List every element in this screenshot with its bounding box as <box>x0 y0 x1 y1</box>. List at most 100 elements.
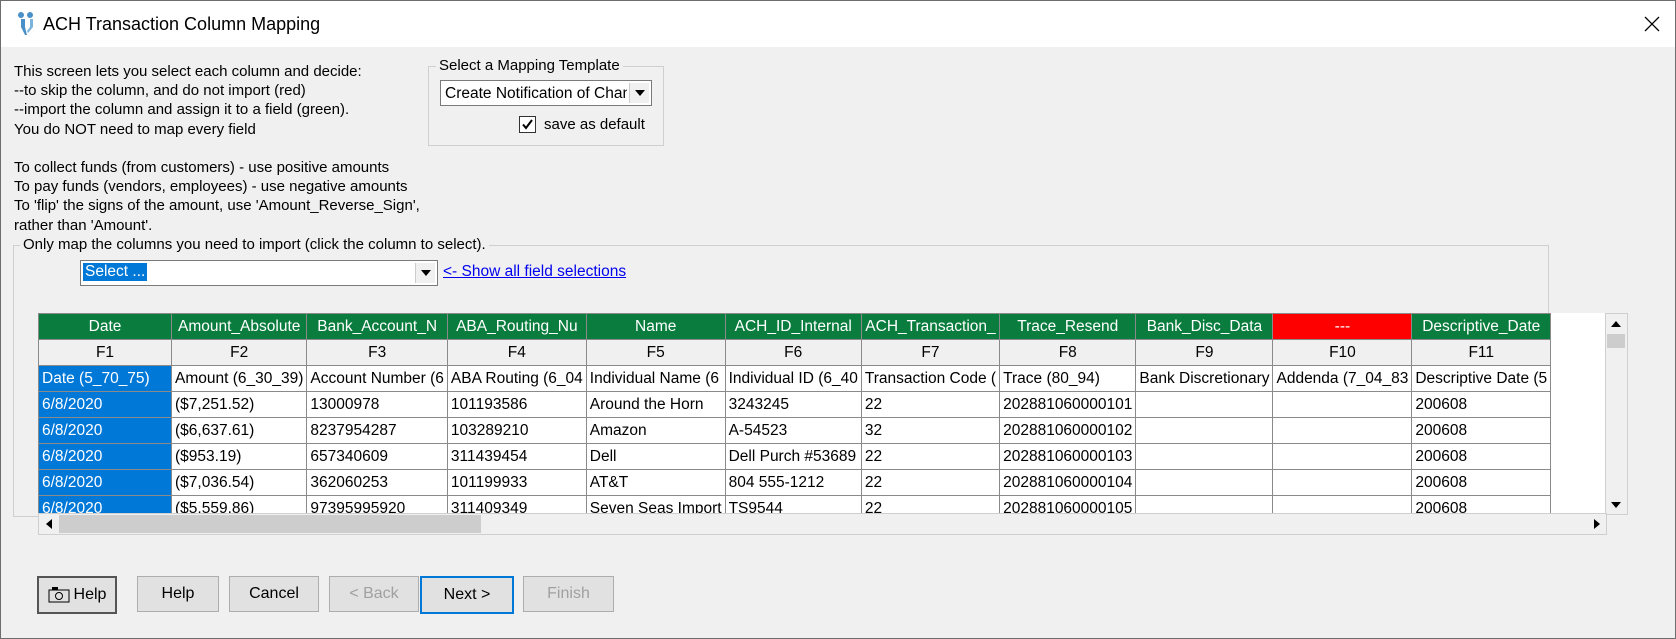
close-button[interactable] <box>1629 1 1675 47</box>
cancel-button[interactable]: Cancel <box>229 576 319 612</box>
column-source-name[interactable]: ABA Routing (6_04 <box>446 365 587 392</box>
table-cell[interactable]: 202881060000102 <box>999 417 1137 444</box>
table-cell[interactable] <box>1272 391 1413 418</box>
table-cell[interactable]: Around the Horn <box>585 391 726 418</box>
column-field-header[interactable]: F5 <box>585 339 726 366</box>
table-cell[interactable]: 6/8/2020 <box>38 495 172 513</box>
table-cell[interactable]: 97395995920 <box>306 495 448 513</box>
table-cell[interactable]: 804 555-1212 <box>724 469 862 496</box>
column-mapping-header[interactable]: Date <box>38 313 172 340</box>
table-cell[interactable] <box>1135 391 1274 418</box>
table-cell[interactable] <box>1272 495 1413 513</box>
table-cell[interactable]: 3243245 <box>724 391 862 418</box>
column-field-header[interactable]: F2 <box>170 339 308 366</box>
table-cell[interactable]: 200608 <box>1411 417 1552 444</box>
save-default-checkbox[interactable] <box>519 116 536 133</box>
table-row[interactable]: 6/8/2020 ($6,637.61) 8237954287 103289210 Am… <box>38 417 1552 444</box>
table-cell[interactable]: 6/8/2020 <box>38 469 172 496</box>
column-source-name[interactable]: Trace (80_94) <box>999 365 1137 392</box>
help-button[interactable]: Help <box>137 576 219 612</box>
column-mapping-header[interactable]: Bank_Disc_Data <box>1135 313 1274 340</box>
table-cell[interactable]: 311439454 <box>446 443 587 470</box>
table-cell[interactable]: ($6,637.61) <box>170 417 308 444</box>
column-field-header[interactable]: F1 <box>38 339 172 366</box>
table-cell[interactable]: AT&T <box>585 469 726 496</box>
horizontal-scrollbar[interactable] <box>38 513 1607 535</box>
column-field-header[interactable]: F7 <box>860 339 1001 366</box>
table-row[interactable]: 6/8/2020 ($5,559.86) 97395995920 311409349 S… <box>38 495 1552 513</box>
table-cell[interactable]: TS9544 <box>724 495 862 513</box>
table-cell[interactable]: ($953.19) <box>170 443 308 470</box>
scroll-down-button[interactable] <box>1606 495 1625 514</box>
table-cell[interactable]: 6/8/2020 <box>38 443 172 470</box>
table-cell[interactable]: Amazon <box>585 417 726 444</box>
table-cell[interactable]: Dell Purch #53689 <box>724 443 862 470</box>
column-mapping-header[interactable]: ACH_Transaction_ <box>860 313 1001 340</box>
table-cell[interactable]: 202881060000101 <box>999 391 1137 418</box>
table-cell[interactable]: 200608 <box>1411 443 1552 470</box>
column-mapping-header[interactable]: Trace_Resend <box>999 313 1137 340</box>
column-mapping-header[interactable]: --- <box>1272 313 1413 340</box>
table-cell[interactable]: 101193586 <box>446 391 587 418</box>
table-cell[interactable]: 200608 <box>1411 391 1552 418</box>
show-all-fields-link[interactable]: <- Show all field selections <box>443 263 626 281</box>
table-cell[interactable]: Dell <box>585 443 726 470</box>
back-button[interactable]: < Back <box>329 576 419 612</box>
table-cell[interactable]: 202881060000105 <box>999 495 1137 513</box>
column-field-header[interactable]: F6 <box>724 339 862 366</box>
vertical-scrollbar[interactable] <box>1605 313 1628 515</box>
table-cell[interactable] <box>1135 495 1274 513</box>
column-source-name[interactable]: Amount (6_30_39) <box>170 365 308 392</box>
column-source-name[interactable]: Individual ID (6_40 <box>724 365 862 392</box>
table-cell[interactable]: 657340609 <box>306 443 448 470</box>
table-cell[interactable]: 202881060000104 <box>999 469 1137 496</box>
chevron-down-icon[interactable] <box>415 263 435 283</box>
next-button[interactable]: Next > <box>420 576 514 614</box>
column-source-name[interactable]: Date (5_70_75) <box>38 365 172 392</box>
column-field-header[interactable]: F3 <box>306 339 448 366</box>
chevron-down-icon[interactable] <box>629 83 649 103</box>
column-field-header[interactable]: F11 <box>1411 339 1552 366</box>
table-cell[interactable]: 103289210 <box>446 417 587 444</box>
column-field-header[interactable]: F8 <box>999 339 1137 366</box>
table-cell[interactable] <box>1272 443 1413 470</box>
table-cell[interactable] <box>1135 417 1274 444</box>
column-mapping-header[interactable]: Bank_Account_N <box>306 313 448 340</box>
column-field-header[interactable]: F10 <box>1272 339 1413 366</box>
vertical-scroll-thumb[interactable] <box>1607 334 1625 348</box>
template-dropdown[interactable]: Create Notification of Change <box>440 80 652 106</box>
column-source-name[interactable]: Transaction Code ( <box>860 365 1001 392</box>
table-cell[interactable]: 22 <box>860 495 1001 513</box>
table-cell[interactable] <box>1272 417 1413 444</box>
table-cell[interactable]: 202881060000103 <box>999 443 1137 470</box>
column-source-name[interactable]: Descriptive Date (5 <box>1411 365 1552 392</box>
column-mapping-header[interactable]: Amount_Absolute <box>170 313 308 340</box>
table-cell[interactable]: ($7,036.54) <box>170 469 308 496</box>
finish-button[interactable]: Finish <box>523 576 614 612</box>
scroll-right-button[interactable] <box>1587 514 1606 533</box>
table-cell[interactable]: 6/8/2020 <box>38 417 172 444</box>
table-row[interactable]: 6/8/2020 ($7,036.54) 362060253 101199933 AT&… <box>38 469 1552 496</box>
column-mapping-header[interactable]: Descriptive_Date <box>1411 313 1552 340</box>
column-source-name[interactable]: Individual Name (6 <box>585 365 726 392</box>
column-mapping-header[interactable]: ACH_ID_Internal <box>724 313 862 340</box>
table-row[interactable]: 6/8/2020 ($7,251.52) 13000978 101193586 Arou… <box>38 391 1552 418</box>
table-cell[interactable]: Seven Seas Import <box>585 495 726 513</box>
column-source-name[interactable]: Addenda (7_04_83 <box>1272 365 1413 392</box>
scroll-up-button[interactable] <box>1606 314 1625 333</box>
table-cell[interactable]: 200608 <box>1411 495 1552 513</box>
table-cell[interactable]: 311409349 <box>446 495 587 513</box>
table-row[interactable]: 6/8/2020 ($953.19) 657340609 311439454 Dell D… <box>38 443 1552 470</box>
column-source-name[interactable]: Bank Discretionary <box>1135 365 1274 392</box>
table-cell[interactable]: 32 <box>860 417 1001 444</box>
column-field-header[interactable]: F9 <box>1135 339 1274 366</box>
table-cell[interactable]: 13000978 <box>306 391 448 418</box>
scroll-left-button[interactable] <box>39 514 58 533</box>
help-icon-button[interactable]: Help <box>37 576 117 614</box>
table-cell[interactable]: 22 <box>860 469 1001 496</box>
table-cell[interactable]: 362060253 <box>306 469 448 496</box>
table-cell[interactable]: 22 <box>860 443 1001 470</box>
table-cell[interactable]: ($5,559.86) <box>170 495 308 513</box>
table-cell[interactable]: 8237954287 <box>306 417 448 444</box>
column-source-name[interactable]: Account Number (6 <box>306 365 448 392</box>
